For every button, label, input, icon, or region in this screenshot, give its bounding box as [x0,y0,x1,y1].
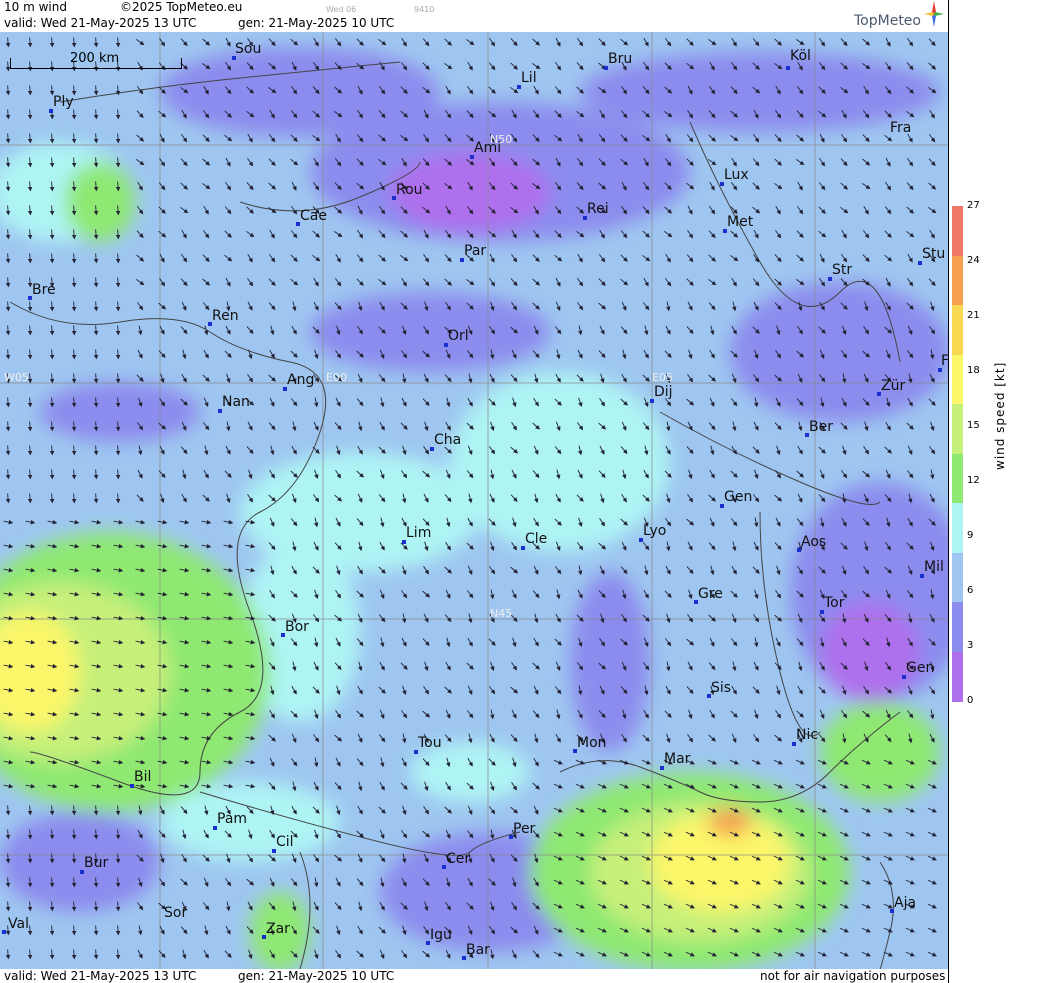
colorbar-tick-label: 3 [967,640,974,651]
city-label: Nan [222,394,250,410]
city-label: Ply [53,94,74,110]
city-label: Bur [84,855,109,871]
map-footer: valid: Wed 21-May-2025 13 UTC gen: 21-Ma… [0,969,948,983]
city-label: Aos [801,534,827,550]
city-label: Sis [711,680,732,696]
scale-label: 200 km [70,51,120,66]
city-dot [2,930,6,934]
city-label: Met [727,214,754,230]
colorbar [952,206,963,702]
city-label: Ren [212,308,239,324]
city-label: Bor [285,619,309,635]
city-label: Zür [881,378,906,394]
colorbar-segment [952,206,963,257]
city-label: Bre [32,282,56,298]
city-label: Ami [474,140,502,156]
grid-label-e00: E00 [326,371,347,384]
city-label: Ang [287,372,315,388]
city-label: Cae [300,208,327,224]
colorbar-tick-label: 9 [967,530,974,541]
city-label: Mil [924,559,944,575]
city-label: Aja [894,895,917,911]
tiny-label-2: 9410 [414,5,435,14]
tiny-label-1: Wed 06 [326,5,357,14]
colorbar-tick-label: 12 [967,475,980,486]
wind-map: 200 km N50 N45 E00 E05 W05 Sou Lil Bru K… [0,32,948,969]
city-label: Gen [724,489,753,505]
city-label: Cle [525,531,548,547]
grid-label-e05: E05 [652,371,673,384]
city-label: Cha [434,432,462,448]
colorbar-tick-label: 6 [967,585,974,596]
colorbar-tick-label: 0 [967,695,974,706]
city-label: Zar [266,921,290,937]
city-label: Val [8,916,29,932]
topmeteo-logo: TopMeteo [854,13,921,29]
city-label: Cer [446,851,471,867]
city-label: Tou [418,735,442,751]
colorbar-tick-label: 21 [967,310,980,321]
city-label: Bar [466,942,490,958]
city-label: Sor [164,905,188,921]
colorbar-segment [952,503,963,554]
city-label: Per [513,821,536,837]
city-label: Stu [922,246,946,262]
colorbar-segment [952,651,963,702]
colorbar-title: wind speed [kt] [993,361,1007,470]
city-label: Mon [577,735,607,751]
city-dot [786,66,790,70]
footer-generated-time: gen: 21-May-2025 10 UTC [238,969,395,983]
city-label: Rou [396,182,423,198]
city-label: Pam [217,811,248,827]
colorbar-segment [952,305,963,356]
city-label: Bil [134,769,152,785]
city-label: Sou [235,41,262,57]
city-label: Gre [698,586,723,602]
city-label: Str [832,262,853,278]
grid-label-n45: N45 [490,607,513,620]
city-label: Nic [796,727,819,743]
compass-logo-icon [924,1,944,27]
city-label: Bru [608,51,633,67]
map-header: 10 m wind ©2025 TopMeteo.eu Wed 06 9410 … [0,0,948,32]
footer-disclaimer: not for air navigation purposes [760,969,946,983]
valid-time: valid: Wed 21-May-2025 13 UTC [4,16,197,30]
legend-panel: 27 24 21 18 15 12 9 6 3 0 wind speed [kt] [948,0,1039,983]
copyright: ©2025 TopMeteo.eu [120,0,243,14]
city-label: Orl [448,328,469,344]
wind-field [0,32,948,969]
city-label: Lux [724,167,749,183]
colorbar-segment [952,552,963,603]
colorbar-segment [952,602,963,653]
city-label: Tor [824,595,845,611]
city-label: Rei [587,201,609,217]
colorbar-tick-label: 18 [967,365,980,376]
colorbar-tick-label: 27 [967,200,980,211]
colorbar-tick-label: 15 [967,420,980,431]
colorbar-segment [952,255,963,306]
footer-valid-time: valid: Wed 21-May-2025 13 UTC [4,969,197,983]
city-label: Igu [430,927,452,943]
colorbar-ticks: 27 24 21 18 15 12 9 6 3 0 [967,0,997,983]
city-label: Par [464,243,487,259]
grid-label-w05: W05 [4,371,29,384]
city-label: Köl [790,48,811,64]
colorbar-segment [952,404,963,455]
product-title: 10 m wind [4,0,67,14]
colorbar-segment [952,453,963,504]
city-label: Lim [406,525,432,541]
city-label: F [941,353,948,369]
colorbar-tick-label: 24 [967,255,980,266]
city-label: Lyo [643,523,667,539]
colorbar-segment [952,354,963,405]
city-label: Lil [521,70,537,86]
city-label: Fra [890,120,912,136]
city-label: Ber [809,419,833,435]
city-label: Dij [654,384,673,400]
city-label: Cil [276,834,294,850]
city-label: Gen [906,660,935,676]
city-label: Mar [664,751,691,767]
generated-time: gen: 21-May-2025 10 UTC [238,16,395,30]
